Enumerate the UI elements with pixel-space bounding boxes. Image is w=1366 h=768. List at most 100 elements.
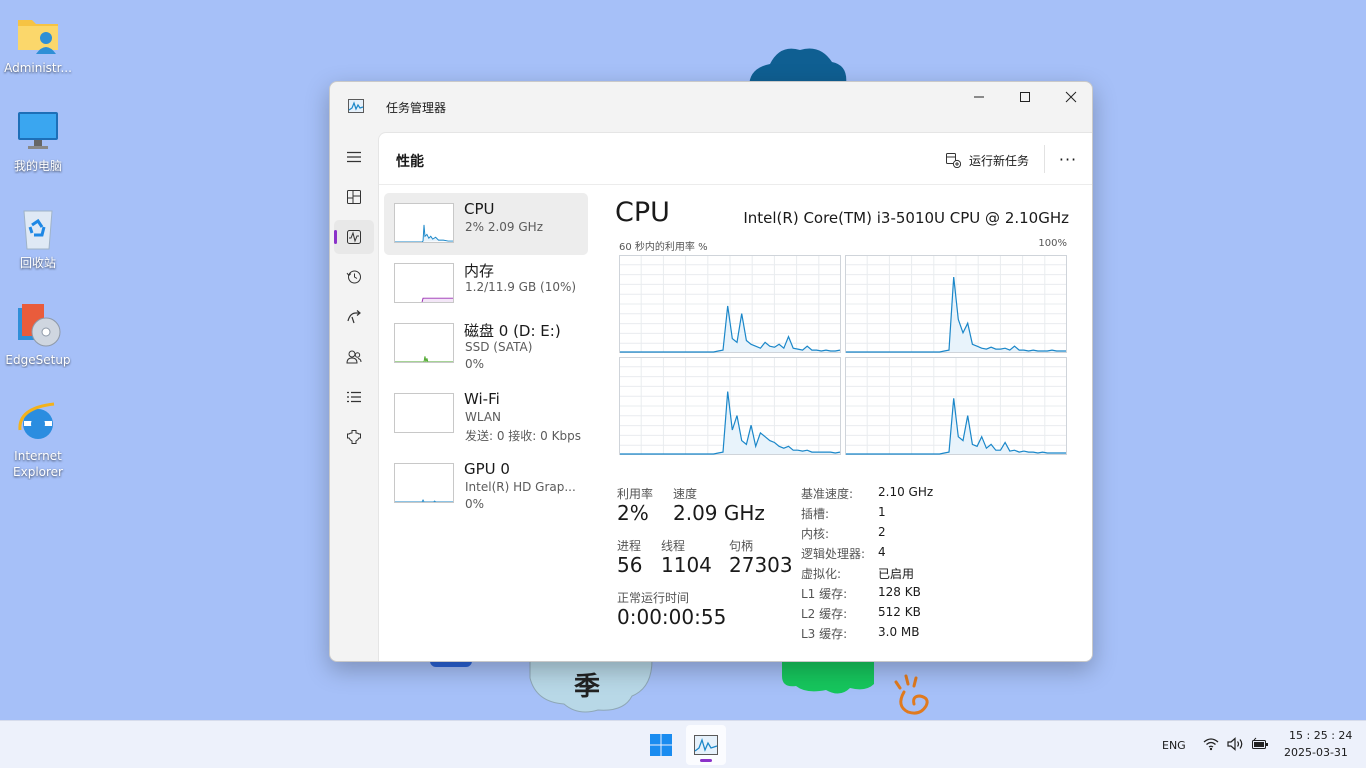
threads-label: 线程: [661, 539, 686, 553]
desktop-icon-edgesetup[interactable]: EdgeSetup: [1, 302, 75, 368]
wallpaper-doodle: [894, 674, 929, 715]
device-gpu[interactable]: GPU 0 Intel(R) HD Grap... 0%: [384, 453, 588, 515]
handles-value: 27303: [729, 553, 793, 577]
nav-menu-button[interactable]: [334, 140, 374, 174]
minimize-button[interactable]: [956, 82, 1002, 112]
app-history-icon: [346, 270, 361, 284]
close-button[interactable]: [1048, 82, 1092, 112]
processes-icon: [347, 190, 361, 204]
start-button[interactable]: [641, 725, 681, 765]
virtualization-value: 已启用: [878, 567, 915, 581]
desktop-icon-label: Administr...: [4, 61, 72, 75]
core-graph-3: [845, 357, 1067, 455]
core-graph-0: [619, 255, 841, 353]
nav-details[interactable]: [334, 380, 374, 414]
device-detail: 2% 2.09 GHz: [465, 220, 544, 234]
cores-value: 2: [878, 525, 886, 539]
nav-users[interactable]: [334, 340, 374, 374]
maximize-button[interactable]: [1002, 82, 1048, 112]
nav-services[interactable]: [334, 420, 374, 454]
user-folder-icon: [14, 10, 62, 58]
base-speed-value: 2.10 GHz: [878, 485, 934, 499]
desktop-icon-administrator[interactable]: Administr...: [1, 10, 75, 76]
utilization-value: 2%: [617, 501, 649, 525]
startup-apps-icon: [347, 310, 361, 324]
title-bar[interactable]: 任务管理器: [330, 82, 1092, 132]
run-new-task-button[interactable]: 运行新任务: [945, 149, 1029, 171]
nav-startup-apps[interactable]: [334, 300, 374, 334]
monitor-icon: [14, 108, 62, 156]
more-options-button[interactable]: ···: [1057, 147, 1079, 171]
internet-explorer-icon: [14, 398, 62, 446]
device-name: GPU 0: [464, 460, 510, 478]
sockets-label: 插槽:: [801, 507, 830, 521]
speed-value: 2.09 GHz: [673, 501, 765, 525]
l3-cache-label: L3 缓存:: [801, 627, 848, 641]
device-wifi[interactable]: Wi-Fi WLAN 发送: 0 接收: 0 Kbps: [384, 383, 588, 445]
navigation-rail: [330, 132, 378, 661]
battery-icon[interactable]: [1251, 737, 1269, 751]
base-speed-label: 基准速度:: [801, 487, 854, 501]
close-icon: [1065, 91, 1077, 103]
performance-icon: [347, 230, 361, 244]
task-manager-icon: [694, 735, 718, 755]
logical-processors-value: 4: [878, 545, 886, 559]
device-name: 磁盘 0 (D: E:): [464, 322, 561, 340]
cores-label: 内核:: [801, 527, 830, 541]
wifi-thumbnail-graph: [394, 393, 454, 433]
logical-processors-label: 逻辑处理器:: [801, 547, 866, 561]
menu-icon: [347, 151, 361, 163]
gpu-thumbnail-graph: [394, 463, 454, 503]
taskbar-task-manager[interactable]: [686, 725, 726, 765]
cpu-core-graphs: [619, 255, 1067, 455]
device-name: CPU: [464, 200, 495, 218]
device-memory[interactable]: 内存 1.2/11.9 GB (10%): [384, 253, 588, 315]
run-new-task-label: 运行新任务: [969, 153, 1030, 168]
wallpaper-cloud-green: [782, 660, 874, 694]
minimize-icon: [974, 96, 984, 98]
device-detail: 1.2/11.9 GB (10%): [465, 280, 577, 294]
l3-cache-value: 3.0 MB: [878, 625, 920, 639]
page-header: 性能 运行新任务 ···: [379, 133, 1092, 185]
window-title: 任务管理器: [386, 101, 447, 115]
device-detail: Intel(R) HD Grap...: [465, 480, 576, 494]
device-usage: 0%: [465, 497, 485, 511]
desktop-icon-recycle-bin[interactable]: 回收站: [1, 205, 75, 271]
installer-icon: [14, 302, 62, 350]
graph-axis-label: 60 秒内的利用率 %: [619, 242, 708, 253]
desktop-icon-label: 回收站: [19, 256, 56, 270]
wifi-icon[interactable]: [1203, 737, 1219, 751]
performance-pane: 性能 运行新任务 ··· CPU 2% 2.09 GHz 内存 1.2/11.9…: [378, 132, 1092, 661]
taskbar: ENG 15 : 25 : 24 2025-03-31: [0, 720, 1366, 768]
details-icon: [347, 391, 361, 403]
device-throughput: 发送: 0 接收: 0 Kbps: [465, 429, 581, 443]
desktop-icon-internet-explorer[interactable]: Internet Explorer: [1, 398, 75, 480]
task-manager-window: 任务管理器 性能 运行新任务 ··· CPU 2% 2.09 GHz 内存 1.…: [329, 81, 1093, 662]
l2-cache-label: L2 缓存:: [801, 607, 848, 621]
l2-cache-value: 512 KB: [878, 605, 921, 619]
memory-thumbnail-graph: [394, 263, 454, 303]
clock-time[interactable]: 15 : 25 : 24: [1289, 729, 1352, 742]
core-graph-1: [845, 255, 1067, 353]
clock-date[interactable]: 2025-03-31: [1284, 746, 1348, 759]
device-cpu[interactable]: CPU 2% 2.09 GHz: [384, 193, 588, 255]
device-disk[interactable]: 磁盘 0 (D: E:) SSD (SATA) 0%: [384, 313, 588, 375]
volume-icon[interactable]: [1227, 737, 1245, 751]
nav-processes[interactable]: [334, 180, 374, 214]
task-manager-icon: [348, 99, 364, 113]
page-title: 性能: [396, 154, 424, 170]
recycle-bin-icon: [14, 205, 62, 253]
input-language[interactable]: ENG: [1162, 739, 1186, 752]
device-detail: SSD (SATA): [465, 340, 533, 354]
windows-logo-icon: [650, 734, 672, 756]
processes-value: 56: [617, 553, 643, 577]
virtualization-label: 虚拟化:: [801, 567, 842, 581]
l1-cache-label: L1 缓存:: [801, 587, 848, 601]
nav-performance[interactable]: [334, 220, 374, 254]
nav-app-history[interactable]: [334, 260, 374, 294]
wallpaper-glyph: 季: [574, 672, 601, 702]
sockets-value: 1: [878, 505, 886, 519]
desktop-icon-label: Internet Explorer: [13, 449, 63, 479]
l1-cache-value: 128 KB: [878, 585, 921, 599]
desktop-icon-my-computer[interactable]: 我的电脑: [1, 108, 75, 174]
